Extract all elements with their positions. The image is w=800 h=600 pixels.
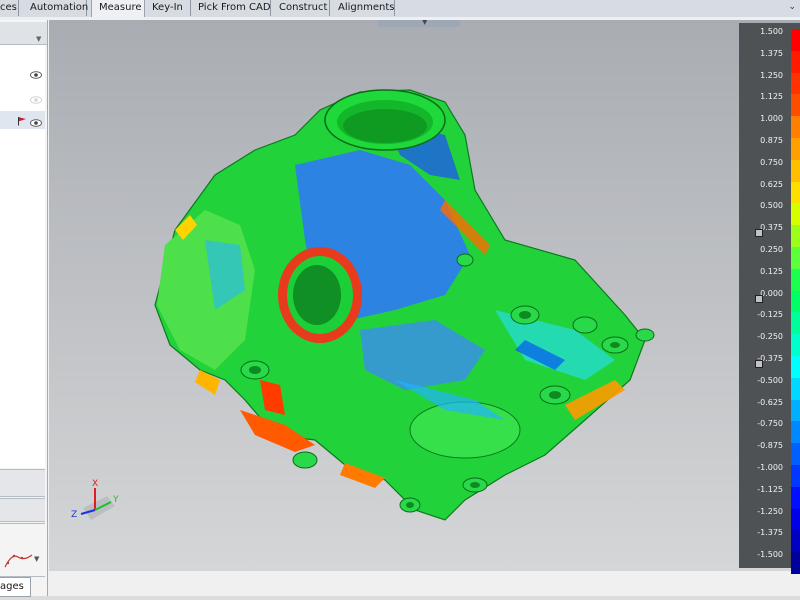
scale-label: 0.750 bbox=[760, 157, 783, 167]
scale-label: 1.375 bbox=[760, 48, 783, 58]
scale-label: -0.750 bbox=[757, 419, 783, 429]
scale-color-swatch bbox=[791, 508, 800, 531]
z-axis-label: Z bbox=[71, 510, 77, 520]
viewport-pull-tab[interactable]: ▼ bbox=[378, 20, 460, 27]
scale-label: -1.500 bbox=[757, 550, 783, 560]
scale-color-swatch bbox=[791, 138, 800, 161]
scale-label: -0.125 bbox=[757, 310, 783, 320]
scale-label: 1.250 bbox=[760, 70, 783, 80]
scale-label: 0.875 bbox=[760, 136, 783, 145]
scale-color-swatch bbox=[791, 94, 800, 117]
scale-color-swatch bbox=[791, 116, 800, 139]
flag-icon bbox=[18, 117, 26, 126]
scale-label: -1.250 bbox=[757, 506, 783, 516]
chevron-down-icon: ▼ bbox=[422, 20, 428, 26]
scale-color-swatch bbox=[791, 356, 800, 379]
status-strip bbox=[0, 596, 800, 600]
tolerance-marker-handle[interactable] bbox=[755, 360, 763, 368]
scale-label: 1.500 bbox=[760, 27, 783, 36]
chevron-down-icon[interactable]: ▼ bbox=[34, 555, 39, 563]
tab-automation[interactable]: Automation bbox=[24, 0, 88, 16]
ribbon-collapse-icon[interactable]: ⌄ bbox=[788, 2, 796, 12]
scale-label: -0.625 bbox=[757, 397, 783, 407]
tab-pick-from-cad[interactable]: Pick From CAD bbox=[192, 0, 271, 16]
scale-label: 1.000 bbox=[760, 114, 783, 124]
panel-button[interactable] bbox=[0, 469, 45, 497]
tab-images[interactable]: ages bbox=[0, 577, 31, 597]
y-axis-label: Y bbox=[112, 495, 119, 505]
scale-color-swatch bbox=[791, 399, 800, 422]
scale-color-swatch bbox=[791, 290, 800, 313]
tab-construct[interactable]: Construct bbox=[273, 0, 330, 16]
scale-label: -0.250 bbox=[757, 332, 783, 342]
tab-measure[interactable]: Measure bbox=[91, 0, 145, 17]
x-axis-label: X bbox=[92, 479, 98, 489]
tolerance-marker-handle[interactable] bbox=[755, 294, 763, 303]
axis-triad: X Y Z bbox=[71, 479, 119, 520]
scale-color-swatch bbox=[791, 312, 800, 335]
scale-color-swatch bbox=[791, 247, 800, 270]
scale-label: -0.875 bbox=[757, 441, 783, 451]
tab-alignments[interactable]: Alignments bbox=[332, 0, 395, 16]
graphics-viewport[interactable]: ▼ X Y Z bbox=[49, 20, 800, 571]
scale-label: 0.250 bbox=[760, 245, 783, 254]
tab-key-in[interactable]: Key-In bbox=[146, 0, 191, 16]
tab-devices[interactable]: ces bbox=[0, 0, 19, 16]
scale-color-swatch bbox=[791, 552, 800, 575]
chevron-down-icon[interactable]: ▼ bbox=[36, 35, 41, 43]
scale-label: -1.375 bbox=[757, 528, 783, 538]
scale-color-swatch bbox=[791, 181, 800, 204]
scale-label: 1.125 bbox=[760, 92, 783, 102]
scale-color-swatch bbox=[791, 225, 800, 248]
panel-button[interactable] bbox=[0, 498, 45, 522]
eye-icon[interactable] bbox=[30, 71, 42, 79]
scale-label: 0.500 bbox=[760, 201, 783, 211]
scale-color-swatch bbox=[791, 334, 800, 357]
scale-color-swatch bbox=[791, 29, 800, 52]
scale-color-swatch bbox=[791, 443, 800, 466]
scale-label: -1.000 bbox=[757, 463, 783, 472]
scale-color-swatch bbox=[791, 421, 800, 444]
deviation-color-scale: 1.500 1.375 1.250 1.125 1.000 0.875 0.750 0.625… bbox=[739, 23, 800, 575]
scale-label: 0.125 bbox=[760, 266, 783, 276]
part-color-map[interactable] bbox=[145, 80, 705, 540]
scale-label: 0.625 bbox=[760, 179, 783, 189]
scale-color-swatch bbox=[791, 72, 800, 95]
scale-color-swatch bbox=[791, 465, 800, 488]
eye-icon[interactable] bbox=[30, 119, 42, 127]
eye-icon[interactable] bbox=[30, 96, 42, 104]
scale-color-swatch bbox=[791, 377, 800, 401]
scale-color-swatch bbox=[791, 486, 800, 510]
curve-graph-icon bbox=[4, 554, 33, 568]
tolerance-marker-handle[interactable] bbox=[755, 229, 763, 238]
scale-label: -0.500 bbox=[757, 375, 783, 385]
scale-color-swatch bbox=[791, 268, 800, 292]
scale-color-swatch bbox=[791, 530, 800, 553]
scale-label: -1.125 bbox=[757, 484, 783, 494]
scale-color-swatch bbox=[791, 50, 800, 74]
scale-color-swatch bbox=[791, 159, 800, 183]
ribbon-tab-bar: ces Automation Measure Key-In Pick From … bbox=[0, 0, 800, 18]
scale-color-swatch bbox=[791, 203, 800, 226]
feature-tree bbox=[0, 45, 45, 468]
